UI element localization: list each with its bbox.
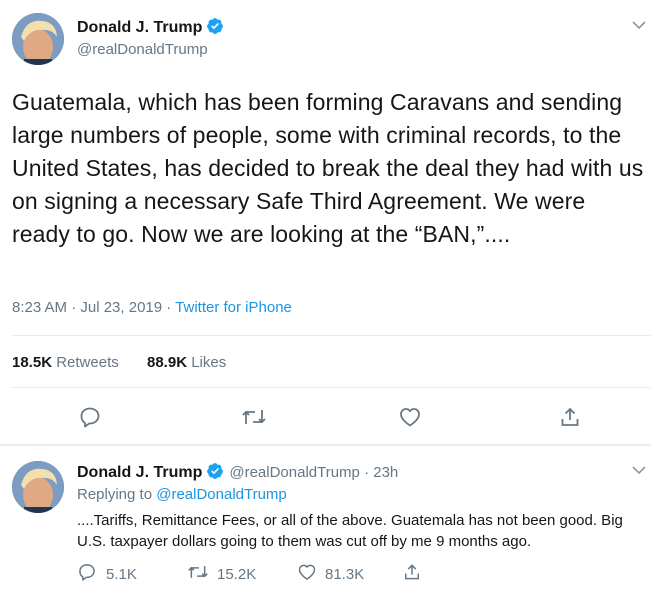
chevron-down-icon[interactable] (631, 17, 647, 38)
author-name[interactable]: Donald J. Trump (77, 17, 224, 40)
reply-author-header: Donald J. Trump @realDonaldTrump · 23h (77, 462, 398, 485)
replying-to-link[interactable]: @realDonaldTrump (156, 486, 287, 503)
replying-prefix: Replying to (77, 486, 157, 503)
retweets-label: Retweets (56, 354, 119, 371)
retweet-icon[interactable] (241, 405, 267, 434)
retweets-count: 18.5K (12, 354, 53, 371)
retweet-count: 15.2K (217, 566, 257, 583)
chevron-down-icon[interactable] (631, 462, 647, 483)
reply-tweet-text: ....Tariffs, Remittance Fees, or all of … (77, 512, 623, 550)
author-avatar[interactable] (12, 13, 64, 65)
tweet-source-link[interactable]: Twitter for iPhone (175, 299, 292, 316)
divider (12, 335, 651, 336)
divider (0, 444, 651, 446)
reply-action-retweet[interactable]: 15.2K (187, 562, 256, 587)
reply-handle-time[interactable]: @realDonaldTrump · 23h (229, 464, 398, 481)
divider (12, 387, 651, 388)
author-name-text[interactable]: Donald J. Trump (77, 19, 202, 36)
tweet-time[interactable]: 8:23 AM · Jul 23, 2019 · (12, 299, 175, 316)
reply-action-reply[interactable]: 5.1K (77, 562, 137, 587)
reply-action-like[interactable]: 81.3K (297, 562, 364, 587)
author-handle[interactable]: @realDonaldTrump (77, 41, 208, 58)
reply-author-name[interactable]: Donald J. Trump (77, 464, 202, 481)
retweet-icon (187, 562, 209, 587)
reply-icon[interactable] (78, 405, 102, 434)
reply-author-avatar[interactable] (12, 461, 64, 513)
like-icon (297, 562, 317, 587)
replying-to: Replying to @realDonaldTrump (77, 486, 287, 503)
reply-count: 5.1K (106, 566, 137, 583)
reply-icon (77, 562, 97, 587)
share-icon[interactable] (402, 562, 422, 587)
verified-badge-icon (206, 17, 224, 40)
verified-badge-icon (206, 462, 224, 485)
likes-stat[interactable]: 88.9K Likes (147, 354, 226, 371)
tweet-text: Guatemala, which has been forming Carava… (12, 89, 644, 247)
tweet-timestamp: 8:23 AM · Jul 23, 2019 · Twitter for iPh… (12, 299, 292, 316)
likes-count: 88.9K (147, 354, 188, 371)
likes-label: Likes (191, 354, 227, 371)
share-icon[interactable] (558, 405, 582, 434)
like-icon[interactable] (398, 405, 422, 434)
retweets-stat[interactable]: 18.5K Retweets (12, 354, 119, 371)
like-count: 81.3K (325, 566, 365, 583)
